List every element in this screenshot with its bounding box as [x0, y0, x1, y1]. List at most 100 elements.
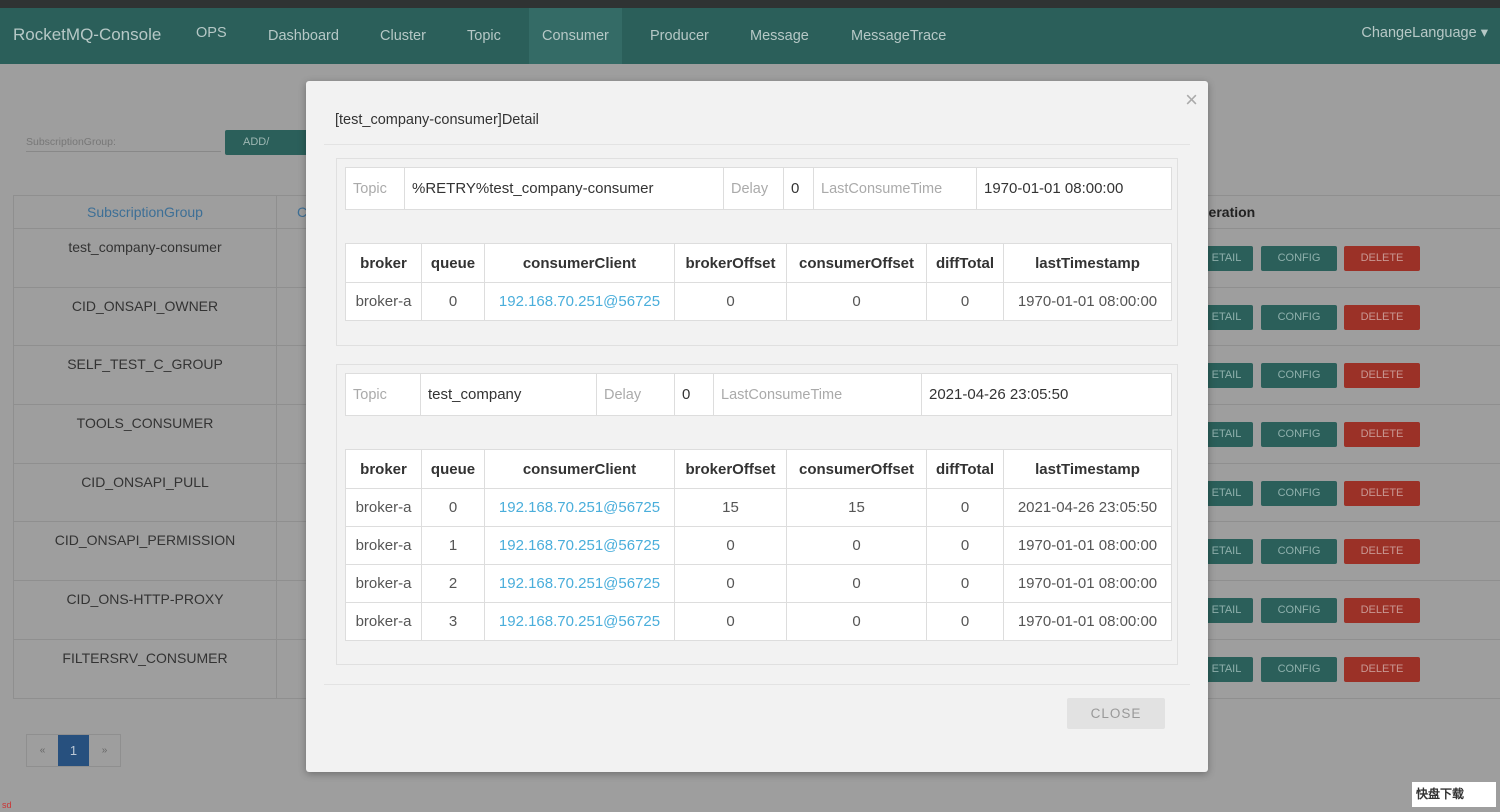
last-consume-time-label: LastConsumeTime	[813, 167, 977, 210]
consumer-client-link[interactable]: 192.168.70.251@56725	[484, 282, 675, 321]
difftotal-cell: 0	[926, 282, 1004, 321]
nav-consumer[interactable]: Consumer	[529, 8, 622, 64]
delay-value: 0	[674, 373, 714, 416]
pagination: « 1 »	[26, 734, 121, 767]
config-button[interactable]: CONFIG	[1261, 363, 1337, 389]
difftotal-cell: 0	[926, 602, 1004, 641]
close-button[interactable]: CLOSE	[1067, 698, 1165, 729]
delete-button[interactable]: DELETE	[1344, 422, 1420, 448]
lasttimestamp-cell: 1970-01-01 08:00:00	[1003, 564, 1172, 603]
header-consumeroffset: consumerOffset	[786, 449, 927, 489]
header-queue: queue	[421, 243, 485, 283]
subscription-group-cell: CID_ONSAPI_PERMISSION	[13, 522, 277, 581]
delete-button[interactable]: DELETE	[1344, 304, 1420, 330]
nav-topic[interactable]: Topic	[454, 8, 514, 64]
header-queue: queue	[421, 449, 485, 489]
broker-cell: broker-a	[345, 282, 422, 321]
consumer-client-link[interactable]: 192.168.70.251@56725	[484, 564, 675, 603]
topic-label: Topic	[345, 167, 405, 210]
last-consume-time-value: 2021-04-26 23:05:50	[921, 373, 1172, 416]
subscription-group-cell: TOOLS_CONSUMER	[13, 405, 277, 463]
header-operation: peration	[1200, 204, 1256, 220]
header-lasttimestamp: lastTimestamp	[1003, 243, 1172, 283]
table-header: broker queue consumerClient brokerOffset con…	[345, 449, 1172, 489]
consumeroffset-cell: 15	[786, 488, 927, 527]
delay-value: 0	[783, 167, 814, 210]
config-button[interactable]: CONFIG	[1261, 480, 1337, 506]
config-button[interactable]: CONFIG	[1261, 246, 1337, 271]
close-icon[interactable]: ×	[1185, 87, 1198, 113]
prev-page-button[interactable]: «	[27, 735, 58, 766]
header-difftotal: diffTotal	[926, 449, 1004, 489]
header-subscription-group[interactable]: SubscriptionGroup	[13, 196, 277, 228]
queue-cell: 3	[421, 602, 485, 641]
brokeroffset-cell: 0	[674, 526, 787, 565]
nav-ops[interactable]: OPS	[183, 5, 240, 61]
broker-cell: broker-a	[345, 602, 422, 641]
header-broker: broker	[345, 243, 422, 283]
broker-cell: broker-a	[345, 488, 422, 527]
subscription-group-cell: SELF_TEST_C_GROUP	[13, 346, 277, 405]
nav-dashboard[interactable]: Dashboard	[255, 8, 352, 64]
queue-cell: 0	[421, 282, 485, 321]
subscription-group-cell: CID_ONS-HTTP-PROXY	[13, 581, 277, 639]
delete-button[interactable]: DELETE	[1344, 246, 1420, 271]
header-consumerclient: consumerClient	[484, 243, 675, 283]
subscription-group-input[interactable]: SubscriptionGroup:	[26, 136, 221, 152]
delete-button[interactable]: DELETE	[1344, 598, 1420, 624]
add-update-button[interactable]: ADD/ UPDATE	[225, 130, 315, 155]
nav-messagetrace[interactable]: MessageTrace	[838, 8, 959, 64]
delete-button[interactable]: DELETE	[1344, 656, 1420, 682]
table-row: broker-a 0 192.168.70.251@56725 15 15 0 2021-0…	[345, 488, 1172, 527]
table-row: broker-a 0 192.168.70.251@56725 0 0 0 1970-01-…	[345, 282, 1172, 321]
queue-cell: 0	[421, 488, 485, 527]
lasttimestamp-cell: 1970-01-01 08:00:00	[1003, 526, 1172, 565]
corner-mark: sd	[2, 800, 12, 810]
header-consumerclient: consumerClient	[484, 449, 675, 489]
delete-button[interactable]: DELETE	[1344, 539, 1420, 565]
nav-producer[interactable]: Producer	[637, 8, 722, 64]
consumeroffset-cell: 0	[786, 526, 927, 565]
table-row: broker-a 1 192.168.70.251@56725 0 0 0 1970-01-…	[345, 526, 1172, 565]
topic-summary-row: Topic test_company Delay 0 LastConsumeTime 20…	[345, 373, 1172, 416]
consumeroffset-cell: 0	[786, 602, 927, 641]
consumeroffset-cell: 0	[786, 282, 927, 321]
delete-button[interactable]: DELETE	[1344, 480, 1420, 506]
nav-cluster[interactable]: Cluster	[367, 8, 439, 64]
config-button[interactable]: CONFIG	[1261, 422, 1337, 448]
header-difftotal: diffTotal	[926, 243, 1004, 283]
queue-detail-table: broker queue consumerClient brokerOffset con…	[345, 243, 1172, 321]
topic-label: Topic	[345, 373, 421, 416]
lasttimestamp-cell: 1970-01-01 08:00:00	[1003, 602, 1172, 641]
queue-cell: 1	[421, 526, 485, 565]
lasttimestamp-cell: 2021-04-26 23:05:50	[1003, 488, 1172, 527]
delay-label: Delay	[723, 167, 784, 210]
brand-logo[interactable]: RocketMQ-Console	[13, 25, 161, 45]
subscription-group-cell: CID_ONSAPI_OWNER	[13, 287, 277, 346]
consumer-client-link[interactable]: 192.168.70.251@56725	[484, 602, 675, 641]
queue-cell: 2	[421, 564, 485, 603]
topic-value: test_company	[420, 373, 597, 416]
config-button[interactable]: CONFIG	[1261, 598, 1337, 624]
next-page-button[interactable]: »	[89, 735, 120, 766]
lasttimestamp-cell: 1970-01-01 08:00:00	[1003, 282, 1172, 321]
config-button[interactable]: CONFIG	[1261, 304, 1337, 330]
header-brokeroffset: brokerOffset	[674, 449, 787, 489]
change-language-dropdown[interactable]: ChangeLanguage ▾	[1361, 25, 1488, 41]
nav-message[interactable]: Message	[737, 8, 822, 64]
config-button[interactable]: CONFIG	[1261, 656, 1337, 682]
queue-detail-table: broker queue consumerClient brokerOffset con…	[345, 449, 1172, 641]
consumer-client-link[interactable]: 192.168.70.251@56725	[484, 526, 675, 565]
delete-button[interactable]: DELETE	[1344, 363, 1420, 389]
page-1-button[interactable]: 1	[58, 735, 89, 766]
modal-title: [test_company-consumer]Detail	[335, 112, 539, 128]
config-button[interactable]: CONFIG	[1261, 539, 1337, 565]
consumer-client-link[interactable]: 192.168.70.251@56725	[484, 488, 675, 527]
header-broker: broker	[345, 449, 422, 489]
difftotal-cell: 0	[926, 526, 1004, 565]
subscription-group-cell: test_company-consumer	[13, 229, 277, 287]
topic-panel: Topic test_company Delay 0 LastConsumeTime 20…	[336, 364, 1178, 665]
difftotal-cell: 0	[926, 564, 1004, 603]
brokeroffset-cell: 0	[674, 282, 787, 321]
consumer-detail-modal: × [test_company-consumer]Detail Topic %RE…	[306, 81, 1208, 772]
